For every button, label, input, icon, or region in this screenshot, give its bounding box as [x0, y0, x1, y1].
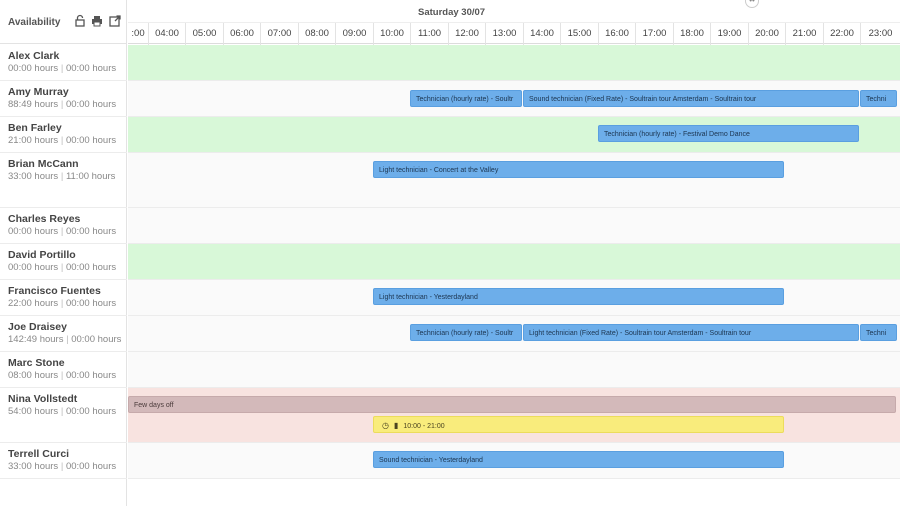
person-hours: 54:00 hours | 00:00 hours: [8, 406, 117, 417]
hour-label: 09:00: [335, 23, 373, 45]
lane-marc-stone[interactable]: [128, 352, 900, 388]
person-hours: 00:00 hours | 00:00 hours: [8, 262, 117, 273]
person-row[interactable]: Alex Clark 00:00 hours | 00:00 hours: [0, 45, 127, 81]
lane-francisco-fuentes[interactable]: Light technician - Yesterdayland: [128, 280, 900, 316]
lane-alex-clark[interactable]: [128, 45, 900, 81]
lane-amy-murray[interactable]: Technician (hourly rate) - Soultr Sound …: [128, 81, 900, 117]
hour-label: 23:00: [860, 23, 900, 45]
event-bar[interactable]: Technician (hourly rate) - Soultr: [410, 324, 522, 341]
hour-label: 17:00: [635, 23, 673, 45]
person-hours: 142:49 hours | 00:00 hours: [8, 334, 122, 345]
lane-david-portillo[interactable]: [128, 244, 900, 280]
hour-label: 20:00: [748, 23, 785, 45]
lock-icon[interactable]: [73, 14, 87, 28]
hour-label: 16:00: [598, 23, 635, 45]
event-bar[interactable]: Sound technician (Fixed Rate) - Soultrai…: [523, 90, 859, 107]
lane-joe-draisey[interactable]: Technician (hourly rate) - Soultr Light …: [128, 316, 900, 352]
event-bar[interactable]: Technician (hourly rate) - Festival Demo…: [598, 125, 859, 142]
hour-label: 15:00: [560, 23, 598, 45]
event-bar[interactable]: Light technician - Yesterdayland: [373, 288, 784, 305]
person-row[interactable]: Charles Reyes 00:00 hours | 00:00 hours: [0, 208, 127, 244]
person-hours: 88:49 hours | 00:00 hours: [8, 99, 117, 110]
hour-label: 18:00: [673, 23, 710, 45]
person-hours: 08:00 hours | 00:00 hours: [8, 370, 117, 381]
person-row[interactable]: Ben Farley 21:00 hours | 00:00 hours: [0, 117, 127, 153]
print-icon[interactable]: [90, 14, 104, 28]
date-label: Saturday 30/07: [418, 7, 486, 18]
hour-label: 12:00: [448, 23, 485, 45]
scheduler: Availability Alex Clark 00:00 hours | 00…: [0, 0, 900, 506]
person-name: Terrell Curci: [8, 448, 70, 460]
hour-label: 22:00: [823, 23, 860, 45]
hour-label: :00: [131, 28, 145, 39]
person-hours: 00:00 hours | 00:00 hours: [8, 226, 117, 237]
availability-time: 10:00 - 21:00: [403, 423, 445, 430]
hour-label: 13:00: [485, 23, 523, 45]
people-sidebar: Availability Alex Clark 00:00 hours | 00…: [0, 0, 127, 506]
person-name: Amy Murray: [8, 86, 69, 98]
hour-header: :00 04:00 05:00 06:00 07:00 08:00 09:00 …: [128, 22, 900, 45]
scroll-handle-icon[interactable]: ••: [745, 0, 759, 8]
person-hours: 21:00 hours | 00:00 hours: [8, 135, 117, 146]
timeline: Saturday 30/07 •• :00 04:00 05:00 06:00 …: [128, 0, 900, 506]
event-bar[interactable]: Light technician - Concert at the Valley: [373, 161, 784, 178]
person-hours: 33:00 hours | 00:00 hours: [8, 461, 117, 472]
person-name: Nina Vollstedt: [8, 393, 78, 405]
person-row[interactable]: Brian McCann 33:00 hours | 11:00 hours: [0, 153, 127, 208]
sidebar-header: Availability: [0, 0, 127, 44]
hour-label: 21:00: [785, 23, 823, 45]
hour-label: 05:00: [185, 23, 223, 45]
person-name: Charles Reyes: [8, 213, 81, 225]
person-hours: 33:00 hours | 11:00 hours: [8, 171, 116, 182]
event-bar[interactable]: Sound technician - Yesterdayland: [373, 451, 784, 468]
hour-label: 08:00: [298, 23, 335, 45]
availability-bar[interactable]: ◷ ▮ 10:00 - 21:00: [373, 416, 784, 433]
hour-label: 19:00: [710, 23, 748, 45]
person-name: Alex Clark: [8, 50, 60, 62]
person-name: Brian McCann: [8, 158, 79, 170]
hour-label: 07:00: [260, 23, 298, 45]
hour-label: 11:00: [410, 23, 448, 45]
lane-ben-farley[interactable]: Technician (hourly rate) - Festival Demo…: [128, 117, 900, 153]
person-row[interactable]: Amy Murray 88:49 hours | 00:00 hours: [0, 81, 127, 117]
hour-label: 06:00: [223, 23, 260, 45]
event-bar[interactable]: Light technician (Fixed Rate) - Soultrai…: [523, 324, 859, 341]
person-name: Marc Stone: [8, 357, 65, 369]
person-row[interactable]: Nina Vollstedt 54:00 hours | 00:00 hours: [0, 388, 127, 443]
person-row[interactable]: David Portillo 00:00 hours | 00:00 hours: [0, 244, 127, 280]
hour-label: 10:00: [373, 23, 410, 45]
comment-icon: ▮: [393, 421, 399, 430]
person-hours: 00:00 hours | 00:00 hours: [8, 63, 117, 74]
lane-nina-vollstedt[interactable]: Few days off ◷ ▮ 10:00 - 21:00: [128, 388, 900, 443]
availability-title: Availability: [8, 17, 61, 28]
person-name: Joe Draisey: [8, 321, 67, 333]
person-row[interactable]: Francisco Fuentes 22:00 hours | 00:00 ho…: [0, 280, 127, 316]
person-row[interactable]: Joe Draisey 142:49 hours | 00:00 hours: [0, 316, 127, 352]
external-link-icon[interactable]: [108, 14, 122, 28]
event-bar[interactable]: Technician (hourly rate) - Soultr: [410, 90, 522, 107]
lane-brian-mccann[interactable]: Light technician - Concert at the Valley: [128, 153, 900, 208]
event-bar[interactable]: Techni: [860, 324, 897, 341]
lane-charles-reyes[interactable]: [128, 208, 900, 244]
lane-terrell-curci[interactable]: Sound technician - Yesterdayland: [128, 443, 900, 479]
person-row[interactable]: Terrell Curci 33:00 hours | 00:00 hours: [0, 443, 127, 479]
clock-icon: ◷: [382, 421, 389, 430]
person-hours: 22:00 hours | 00:00 hours: [8, 298, 117, 309]
hour-label: 04:00: [148, 23, 185, 45]
person-row[interactable]: Marc Stone 08:00 hours | 00:00 hours: [0, 352, 127, 388]
person-name: David Portillo: [8, 249, 76, 261]
person-name: Ben Farley: [8, 122, 62, 134]
event-bar[interactable]: Techni: [860, 90, 897, 107]
hour-label: 14:00: [523, 23, 560, 45]
time-off-bar[interactable]: Few days off: [128, 396, 896, 413]
person-name: Francisco Fuentes: [8, 285, 101, 297]
